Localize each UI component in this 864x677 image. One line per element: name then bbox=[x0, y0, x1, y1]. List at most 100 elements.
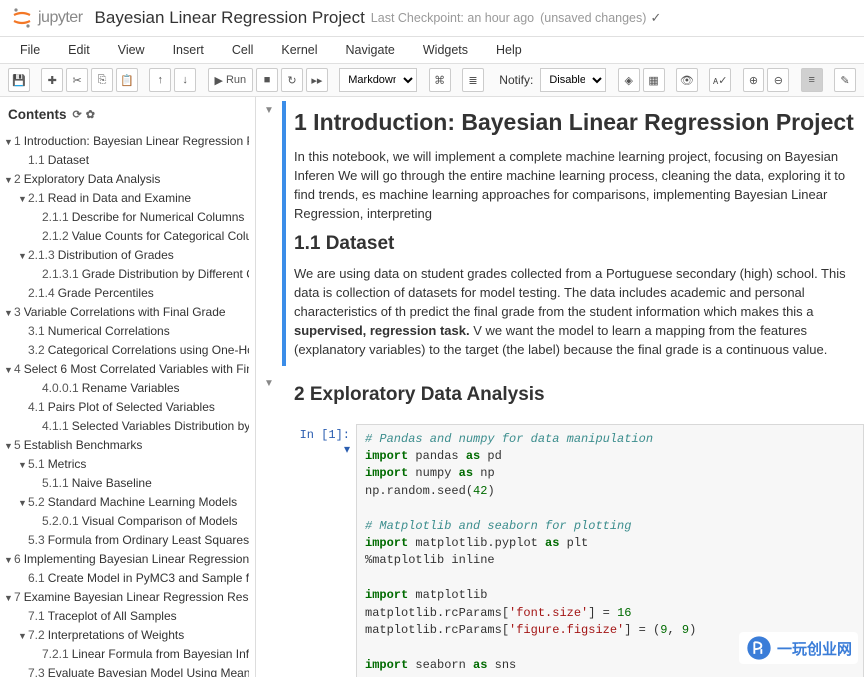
codefolding-button[interactable]: ≡ bbox=[801, 68, 823, 92]
checkpoint-text: Last Checkpoint: an hour ago bbox=[371, 11, 534, 25]
toc-item[interactable]: 4.0.0.1Rename Variables bbox=[4, 378, 251, 397]
toc-item[interactable]: 1.1Dataset bbox=[4, 150, 251, 169]
toc-item[interactable]: 4.1.1Selected Variables Distribution by … bbox=[4, 416, 251, 435]
insert-cell-button[interactable]: ✚ bbox=[41, 68, 63, 92]
gear-icon[interactable]: ✿ bbox=[86, 107, 95, 124]
toc-number: 7.2.1 bbox=[42, 645, 69, 663]
toc-label: Rename Variables bbox=[82, 379, 180, 397]
collapse-toggle[interactable]: ▼ bbox=[256, 374, 282, 416]
toc-item[interactable]: ▼7.2Interpretations of Weights bbox=[4, 625, 251, 644]
variable-inspector-button[interactable]: ▦ bbox=[643, 68, 665, 92]
toc-item[interactable]: 6.1Create Model in PyMC3 and Sample from… bbox=[4, 568, 251, 587]
toc-item[interactable]: 7.2.1Linear Formula from Bayesian Infere… bbox=[4, 644, 251, 663]
stop-button[interactable]: ■ bbox=[256, 68, 278, 92]
toc-header: Contents ⟳ ✿ bbox=[4, 103, 251, 131]
menu-navigate[interactable]: Navigate bbox=[342, 41, 399, 59]
toc-item[interactable]: 2.1.3.1Grade Distribution by Different C… bbox=[4, 264, 251, 283]
toc-number: 2.1.3 bbox=[28, 246, 55, 264]
toc-item[interactable]: ▼5Establish Benchmarks bbox=[4, 435, 251, 454]
toc-item[interactable]: 2.1.1Describe for Numerical Columns bbox=[4, 207, 251, 226]
notebook-content[interactable]: ▼ 1 Introduction: Bayesian Linear Regres… bbox=[256, 97, 864, 677]
save-button[interactable]: 💾 bbox=[8, 68, 30, 92]
restart-run-all-button[interactable]: ▸▸ bbox=[306, 68, 328, 92]
menu-cell[interactable]: Cell bbox=[228, 41, 258, 59]
toc-item[interactable]: 7.1Traceplot of All Samples bbox=[4, 606, 251, 625]
nbext-button[interactable]: ◈ bbox=[618, 68, 640, 92]
toc-label: Evaluate Bayesian Model Using Mean of Mo… bbox=[48, 664, 249, 677]
menu-insert[interactable]: Insert bbox=[169, 41, 208, 59]
toc-item[interactable]: 2.1.4Grade Percentiles bbox=[4, 283, 251, 302]
toc-list: ▼1Introduction: Bayesian Linear Regressi… bbox=[4, 131, 251, 677]
collapse-toggle[interactable]: ▼ bbox=[256, 101, 282, 366]
preview-button[interactable]: 👁 bbox=[676, 68, 698, 92]
restart-button[interactable]: ↻ bbox=[281, 68, 303, 92]
unsaved-text: (unsaved changes) bbox=[540, 11, 646, 25]
toc-item[interactable]: ▼6Implementing Bayesian Linear Regressio… bbox=[4, 549, 251, 568]
toc-label: Naive Baseline bbox=[72, 474, 152, 492]
toc-label: Read in Data and Examine bbox=[48, 189, 191, 207]
menu-kernel[interactable]: Kernel bbox=[277, 41, 321, 59]
toc-item[interactable]: ▼2.1.3Distribution of Grades bbox=[4, 245, 251, 264]
toc-number: 7.1 bbox=[28, 607, 45, 625]
move-up-button[interactable]: ↑ bbox=[149, 68, 171, 92]
toc-item[interactable]: 3.2Categorical Correlations using One-Ho… bbox=[4, 340, 251, 359]
menubar: File Edit View Insert Cell Kernel Naviga… bbox=[0, 37, 864, 64]
zoom-out-button[interactable]: ⊖ bbox=[767, 68, 789, 92]
toc-label: Numerical Correlations bbox=[48, 322, 170, 340]
menu-file[interactable]: File bbox=[16, 41, 44, 59]
toc-sidebar[interactable]: Contents ⟳ ✿ ▼1Introduction: Bayesian Li… bbox=[0, 97, 256, 677]
toc-number: 5.2 bbox=[28, 493, 45, 511]
toc-item[interactable]: 3.1Numerical Correlations bbox=[4, 321, 251, 340]
toc-item[interactable]: ▼1Introduction: Bayesian Linear Regressi… bbox=[4, 131, 251, 150]
toc-label: Implementing Bayesian Linear Regression bbox=[24, 550, 249, 568]
toc-item[interactable]: 5.3Formula from Ordinary Least Squares L… bbox=[4, 530, 251, 549]
scratchpad-button[interactable]: ✎ bbox=[834, 68, 856, 92]
jupyter-logo[interactable]: jupyter bbox=[10, 6, 83, 30]
zoom-in-button[interactable]: ⊕ bbox=[743, 68, 765, 92]
command-palette-button[interactable]: ⌘ bbox=[429, 68, 451, 92]
toc-item[interactable]: ▼7Examine Bayesian Linear Regression Res… bbox=[4, 587, 251, 606]
header: jupyter Bayesian Linear Regression Proje… bbox=[0, 0, 864, 37]
move-down-button[interactable]: ↓ bbox=[174, 68, 196, 92]
caret-icon: ▼ bbox=[4, 136, 14, 150]
toc-label: Categorical Correlations using One-Hot E… bbox=[48, 341, 249, 359]
toc-item[interactable]: ▼2.1Read in Data and Examine bbox=[4, 188, 251, 207]
toc-item[interactable]: 5.2.0.1Visual Comparison of Models bbox=[4, 511, 251, 530]
run-button[interactable]: ▶ Run bbox=[208, 68, 254, 92]
toc-number: 5.1.1 bbox=[42, 474, 69, 492]
collapse-toggle[interactable] bbox=[256, 424, 282, 677]
h1-intro: 1 Introduction: Bayesian Linear Regressi… bbox=[294, 109, 864, 136]
toc-item[interactable]: 2.1.2Value Counts for Categorical Column… bbox=[4, 226, 251, 245]
menu-view[interactable]: View bbox=[114, 41, 149, 59]
copy-button[interactable]: ⎘ bbox=[91, 68, 113, 92]
notify-select[interactable]: Disabled bbox=[540, 68, 606, 92]
toc-item[interactable]: 5.1.1Naive Baseline bbox=[4, 473, 251, 492]
cell-type-select[interactable]: Markdown bbox=[339, 68, 417, 92]
toc-number: 3.1 bbox=[28, 322, 45, 340]
toc-button[interactable]: ≣ bbox=[462, 68, 484, 92]
toc-item[interactable]: 4.1Pairs Plot of Selected Variables bbox=[4, 397, 251, 416]
caret-icon: ▼ bbox=[18, 250, 28, 264]
notebook-title[interactable]: Bayesian Linear Regression Project bbox=[95, 8, 365, 28]
markdown-cell[interactable]: 1 Introduction: Bayesian Linear Regressi… bbox=[282, 101, 864, 366]
toc-item[interactable]: 7.3Evaluate Bayesian Model Using Mean of… bbox=[4, 663, 251, 677]
menu-edit[interactable]: Edit bbox=[64, 41, 94, 59]
markdown-cell[interactable]: 2 Exploratory Data Analysis bbox=[282, 374, 864, 416]
h2-eda: 2 Exploratory Data Analysis bbox=[294, 384, 864, 406]
menu-help[interactable]: Help bbox=[492, 41, 526, 59]
toc-item[interactable]: ▼4Select 6 Most Correlated Variables wit… bbox=[4, 359, 251, 378]
paste-button[interactable]: 📋 bbox=[116, 68, 138, 92]
refresh-icon[interactable]: ⟳ bbox=[73, 107, 82, 124]
toc-item[interactable]: ▼5.2Standard Machine Learning Models bbox=[4, 492, 251, 511]
toc-number: 1.1 bbox=[28, 151, 45, 169]
toc-number: 5.2.0.1 bbox=[42, 512, 79, 530]
toc-number: 2 bbox=[14, 170, 21, 188]
toc-item[interactable]: ▼5.1Metrics bbox=[4, 454, 251, 473]
toc-label: Describe for Numerical Columns bbox=[72, 208, 245, 226]
toc-item[interactable]: ▼2Exploratory Data Analysis bbox=[4, 169, 251, 188]
watermark-icon bbox=[745, 634, 773, 662]
menu-widgets[interactable]: Widgets bbox=[419, 41, 472, 59]
spellcheck-button[interactable]: ᴀ✓ bbox=[709, 68, 731, 92]
toc-item[interactable]: ▼3Variable Correlations with Final Grade bbox=[4, 302, 251, 321]
cut-button[interactable]: ✂ bbox=[66, 68, 88, 92]
